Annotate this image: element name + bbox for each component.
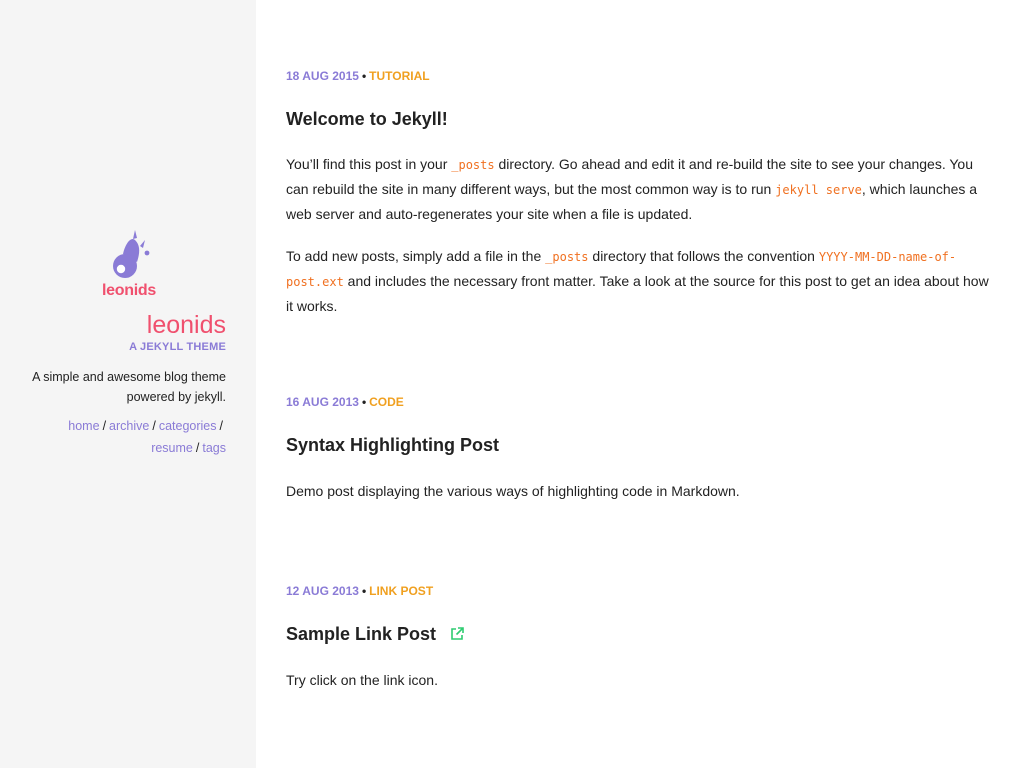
text-run: and includes the necessary front matter.… [286,273,989,314]
meta-separator: • [361,69,367,83]
sidebar: leonids leonids A JEKYLL THEME A simple … [0,0,256,768]
site-description: A simple and awesome blog theme powered … [16,367,226,407]
post-body: Try click on the link icon. [286,668,994,692]
post-category-link[interactable]: TUTORIAL [369,69,429,83]
site-title[interactable]: leonids [16,310,226,340]
inline-code: jekyll serve [775,183,862,197]
external-link-icon[interactable] [450,624,464,646]
meteor-logo-icon [113,230,150,278]
post-item: 16 AUG 2013 • CODE Syntax Highlighting Pos… [286,394,994,503]
post-title-link[interactable]: Welcome to Jekyll! [286,108,994,130]
post-title-link[interactable]: Sample Link Post [286,624,436,644]
nav-link-home[interactable]: home [68,419,99,433]
post-title-row: Sample Link Post [286,623,994,646]
post-date: 12 AUG 2013 [286,584,359,598]
inline-code: _posts [545,250,589,264]
nav-separator: / [102,419,107,433]
post-meta: 16 AUG 2013 • CODE [286,394,994,410]
post-title-link[interactable]: Syntax Highlighting Post [286,434,994,456]
post-paragraph: To add new posts, simply add a file in t… [286,244,994,318]
post-paragraph: Try click on the link icon. [286,672,438,688]
site-description-line2: powered by jekyll. [126,390,226,404]
site-tagline: A JEKYLL THEME [129,341,226,353]
post-category-link[interactable]: LINK POST [369,584,433,598]
sidebar-header: leonids leonids A JEKYLL THEME A simple … [16,228,226,459]
nav-link-categories[interactable]: categories [159,419,217,433]
post-item: 18 AUG 2015 • TUTORIAL Welcome to Jekyll! … [286,68,994,318]
post-body: You’ll find this post in your _posts dir… [286,152,994,318]
nav-link-tags[interactable]: tags [202,441,226,455]
nav-separator: / [152,419,156,433]
meta-separator: • [361,395,367,409]
post-paragraph: You’ll find this post in your _posts dir… [286,152,994,226]
post-meta: 18 AUG 2015 • TUTORIAL [286,68,994,84]
logo-text: leonids [102,282,156,299]
post-date: 16 AUG 2013 [286,395,359,409]
site-description-line1: A simple and awesome blog theme [32,370,226,384]
meta-separator: • [361,584,367,598]
nav-separator: / [219,419,223,433]
post-body: Demo post displaying the various ways of… [286,479,994,503]
nav-link-resume[interactable]: resume [151,441,193,455]
post-paragraph: Demo post displaying the various ways of… [286,483,740,499]
text-run: directory that follows the convention [588,248,819,264]
nav-separator: / [195,441,200,455]
post-meta: 12 AUG 2013 • LINK POST [286,583,994,599]
text-run: You’ll find this post in your [286,156,452,172]
text-run: To add new posts, simply add a file in t… [286,248,546,264]
post-category-link[interactable]: CODE [369,395,404,409]
nav-link-archive[interactable]: archive [109,419,149,433]
post-date: 18 AUG 2015 [286,69,359,83]
post-item: 12 AUG 2013 • LINK POST Sample Link Post T… [286,583,994,692]
site-logo[interactable]: leonids [99,228,159,300]
site-nav: home / archive / categories / resume / tags [16,415,226,459]
inline-code: _posts [451,158,495,172]
